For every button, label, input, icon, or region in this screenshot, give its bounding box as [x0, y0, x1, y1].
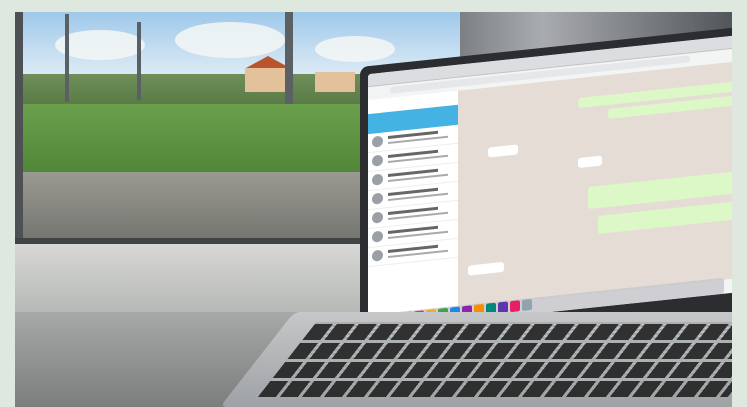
- whatsapp-conversation: [458, 59, 732, 308]
- laptop: MacBook Pro: [360, 24, 732, 352]
- avatar: [372, 173, 383, 186]
- avatar: [372, 192, 383, 205]
- cloud: [315, 36, 395, 62]
- cloud: [175, 22, 285, 58]
- power-pylon: [65, 14, 69, 102]
- avatar: [372, 249, 383, 262]
- house-roof: [246, 56, 290, 68]
- power-pylon: [137, 22, 141, 100]
- avatar: [372, 230, 383, 243]
- avatar: [372, 211, 383, 224]
- house: [315, 72, 355, 92]
- message-bubble-incoming: [488, 144, 518, 158]
- laptop-screen: [368, 33, 732, 332]
- app-icon: [510, 300, 520, 313]
- laptop-keyboard: [220, 312, 732, 407]
- photo: MacBook Pro: [15, 12, 732, 407]
- whatsapp-chat-list: [368, 90, 459, 318]
- trash-icon: [522, 298, 532, 311]
- window-frame-left: [15, 12, 23, 262]
- avatar: [372, 154, 383, 167]
- message-bubble-incoming: [578, 155, 602, 169]
- avatar: [372, 135, 383, 148]
- message-bubble-incoming: [468, 261, 504, 276]
